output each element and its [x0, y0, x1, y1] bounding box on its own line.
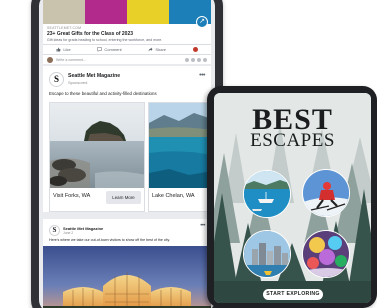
lake-photo: [149, 103, 210, 188]
page-post-card: S Seattle Met Magazine June 2 ••• Here's…: [43, 219, 211, 308]
share-icon: [148, 47, 153, 52]
best-escapes-screen[interactable]: BEST ESCAPES START EXPLORING: [214, 93, 371, 303]
destination-circle-ski[interactable]: [302, 169, 350, 217]
reaction-bar: Like Comment Share: [43, 44, 211, 54]
post-date[interactable]: June 2: [63, 231, 73, 235]
comment-tool-icons[interactable]: [185, 57, 207, 62]
link-title[interactable]: 23+ Great Gifts for the Class of 2023: [47, 31, 133, 37]
sponsored-ad-card: S Seattle Met Magazine Sponsored ••• Esc…: [43, 66, 211, 212]
facebook-feed-screen[interactable]: ↗ SEATTLEMET.COM 23+ Great Gifts for the…: [39, 0, 215, 308]
destination-circle-festival[interactable]: [302, 230, 350, 278]
device-mockup-scene: ↗ SEATTLEMET.COM 23+ Great Gifts for the…: [0, 0, 377, 308]
skier-photo: [303, 170, 349, 216]
ad-carousel[interactable]: Visit Forks, WA Learn More Lake Chelan, …: [49, 102, 211, 212]
front-tablet: BEST ESCAPES START EXPLORING: [207, 86, 377, 308]
escapes-title: ESCAPES: [250, 130, 335, 151]
share-label: Share: [155, 47, 167, 52]
sponsored-label: Sponsored: [68, 80, 88, 85]
conservatory-photo[interactable]: [43, 246, 211, 308]
sea-stack-photo: [50, 103, 144, 188]
post-text: Here's where we take our out-of-town vis…: [49, 238, 170, 242]
thumbs-up-icon: [56, 47, 61, 52]
start-exploring-button[interactable]: START EXPLORING: [263, 289, 323, 300]
comment-button[interactable]: Comment: [97, 47, 122, 52]
page-logo[interactable]: S: [49, 72, 64, 87]
carousel-caption-forks: Visit Forks, WA: [53, 193, 91, 199]
like-label: Like: [63, 47, 71, 52]
destination-circle-marina[interactable]: [243, 170, 291, 218]
carousel-card-forks[interactable]: Visit Forks, WA Learn More: [49, 102, 145, 212]
city-photo: [244, 231, 290, 277]
link-preview-image[interactable]: ↗: [43, 0, 211, 28]
carousel-card-chelan[interactable]: Lake Chelan, WA: [148, 102, 211, 212]
marina-photo: [244, 171, 290, 217]
comment-label: Comment: [104, 47, 122, 52]
avatar: [47, 56, 53, 63]
comment-input[interactable]: Write a comment...: [56, 58, 86, 62]
link-source: SEATTLEMET.COM: [47, 26, 82, 30]
destination-circle-city[interactable]: [243, 230, 291, 278]
comment-composer: Write a comment...: [43, 54, 211, 64]
back-tablet: ↗ SEATTLEMET.COM 23+ Great Gifts for the…: [31, 0, 223, 308]
comment-icon: [97, 47, 103, 52]
link-post-card: ↗ SEATTLEMET.COM 23+ Great Gifts for the…: [43, 0, 211, 64]
page-logo[interactable]: S: [49, 225, 60, 236]
festival-photo: [303, 231, 349, 277]
page-name[interactable]: Seattle Met Magazine: [68, 73, 120, 79]
link-description: Gift ideas for grads heading to school, …: [47, 38, 163, 42]
share-button[interactable]: Share: [148, 47, 166, 52]
reaction-avatar[interactable]: [192, 47, 198, 52]
ad-text: Escape to these beautiful and activity-f…: [49, 91, 157, 96]
share-arrow-icon[interactable]: ↗: [196, 16, 208, 28]
like-button[interactable]: Like: [56, 47, 71, 52]
more-options-icon[interactable]: •••: [199, 72, 205, 79]
learn-more-button[interactable]: Learn More: [106, 191, 141, 204]
carousel-caption-chelan: Lake Chelan, WA: [152, 193, 195, 199]
more-options-icon[interactable]: •••: [200, 223, 205, 229]
